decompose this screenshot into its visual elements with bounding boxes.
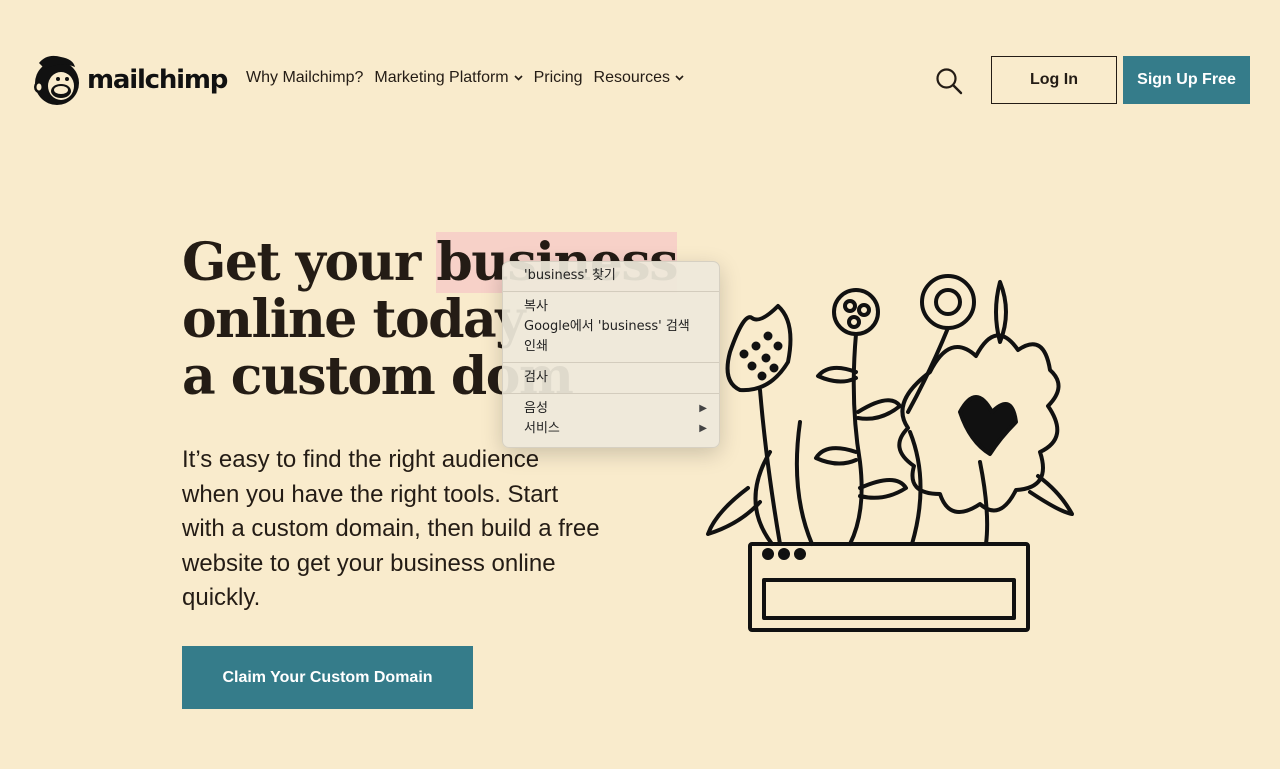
mailchimp-logo[interactable]: mailchimp (31, 53, 228, 107)
logo-wordmark: mailchimp (87, 65, 228, 95)
context-menu: 'business' 찾기 복사 Google에서 'business' 검색 … (502, 261, 720, 448)
nav-pricing[interactable]: Pricing (534, 69, 583, 87)
menu-item-lookup[interactable]: 'business' 찾기 (503, 266, 719, 286)
menu-item-speech[interactable]: 음성 ▶ (503, 399, 719, 419)
search-button[interactable] (934, 66, 964, 96)
hero-description: It’s easy to find the right audience whe… (182, 446, 600, 611)
nav-marketing-platform[interactable]: Marketing Platform (374, 69, 523, 87)
menu-item-inspect[interactable]: 검사 (503, 368, 719, 388)
nav-label: Marketing Platform (374, 69, 509, 86)
chevron-down-icon (675, 72, 684, 84)
nav-resources[interactable]: Resources (594, 69, 684, 87)
signup-button[interactable]: Sign Up Free (1123, 56, 1250, 104)
plant-illustration (706, 274, 1074, 632)
menu-separator (503, 362, 719, 363)
freddie-chimp-icon (34, 55, 79, 105)
claim-domain-button[interactable]: Claim Your Custom Domain (182, 646, 473, 709)
menu-item-search-google[interactable]: Google에서 'business' 검색 (503, 317, 719, 337)
nav-label: Why Mailchimp? (246, 69, 364, 86)
nav-label: Pricing (533, 69, 583, 86)
menu-item-services[interactable]: 서비스 ▶ (503, 419, 719, 439)
login-button[interactable]: Log In (991, 56, 1117, 104)
search-icon (936, 68, 963, 95)
main-nav: Why Mailchimp? Marketing Platform Pricin… (246, 69, 695, 87)
submenu-arrow-icon: ▶ (699, 423, 707, 434)
menu-item-print[interactable]: 인쇄 (503, 337, 719, 357)
menu-separator (503, 393, 719, 394)
nav-label: Resources (593, 69, 671, 86)
menu-item-copy[interactable]: 복사 (503, 297, 719, 317)
submenu-arrow-icon: ▶ (699, 403, 707, 414)
chevron-down-icon (514, 72, 523, 84)
nav-why-mailchimp[interactable]: Why Mailchimp? (246, 69, 363, 87)
menu-separator (503, 291, 719, 292)
